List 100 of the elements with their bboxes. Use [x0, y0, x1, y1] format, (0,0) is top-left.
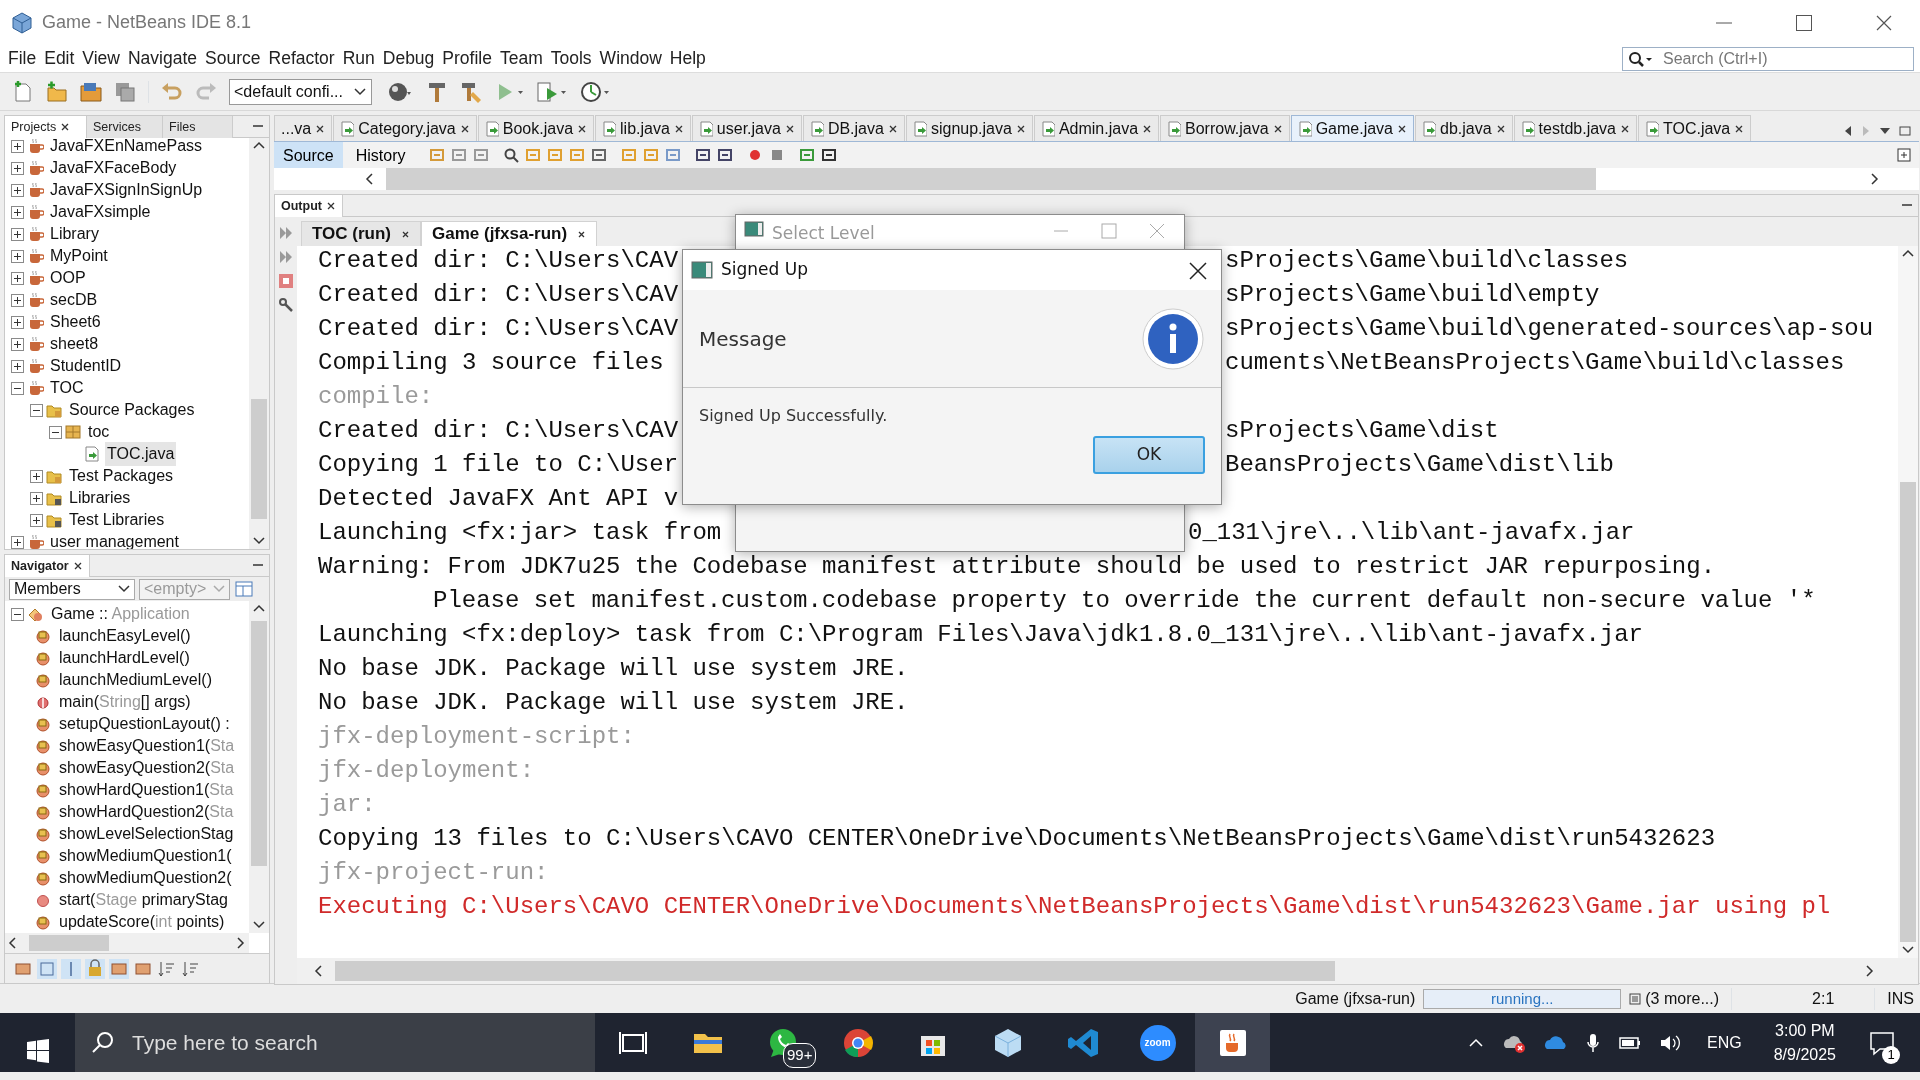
- panel-tab[interactable]: Output: [275, 195, 343, 217]
- tree-item[interactable]: JavaFXsimple: [48, 200, 153, 224]
- taskbar-app[interactable]: [1195, 1013, 1270, 1072]
- horizontal-scrollbar[interactable]: [274, 168, 1919, 190]
- expand-icon[interactable]: [11, 337, 24, 351]
- expand-icon[interactable]: [1897, 148, 1911, 162]
- field-icon[interactable]: [37, 958, 57, 979]
- close-icon[interactable]: [577, 229, 587, 239]
- navigator-item[interactable]: main(String[] args): [57, 690, 193, 714]
- file-tab[interactable]: Admin.java: [1033, 115, 1160, 141]
- file-tab[interactable]: user.java: [691, 115, 802, 141]
- collapse-icon[interactable]: [49, 425, 62, 439]
- menu-item[interactable]: Navigate: [124, 45, 202, 72]
- notifications-button[interactable]: 1: [1860, 1013, 1904, 1072]
- close-icon[interactable]: [673, 123, 684, 134]
- panel-tab[interactable]: Files: [163, 116, 233, 138]
- file-tab[interactable]: TOC.java: [1638, 115, 1752, 141]
- menu-item[interactable]: Debug: [378, 45, 439, 72]
- navigator-item[interactable]: showMediumQuestion2(: [57, 866, 234, 890]
- expand-icon[interactable]: [11, 161, 24, 175]
- tree-item[interactable]: JavaFXSignInSignUp: [48, 178, 205, 202]
- search-field[interactable]: Search (Ctrl+I): [1622, 46, 1914, 71]
- close-icon[interactable]: [1015, 123, 1026, 134]
- panel-tab[interactable]: Projects: [5, 116, 87, 138]
- panel-tab[interactable]: Services: [87, 116, 163, 138]
- tree-item[interactable]: Library: [48, 222, 101, 246]
- navigator-item[interactable]: showHardQuestion2(Sta: [57, 800, 236, 824]
- tree-item[interactable]: JavaFXEnNamePass: [48, 138, 205, 158]
- microphone-icon[interactable]: [1585, 1031, 1602, 1054]
- tree-item[interactable]: MyPoint: [48, 244, 110, 268]
- tree-item[interactable]: JavaFXFaceBody: [48, 156, 179, 180]
- menu-item[interactable]: Team: [495, 45, 547, 72]
- clock-time[interactable]: 3:00 PM: [1775, 1018, 1835, 1043]
- panel-tab[interactable]: Navigator: [5, 555, 90, 577]
- chevron-left-icon[interactable]: [1843, 125, 1853, 137]
- settings-icon[interactable]: [278, 297, 294, 313]
- close-icon[interactable]: [459, 123, 470, 134]
- tree-item[interactable]: StudentID: [48, 354, 124, 378]
- maximize-icon[interactable]: [1899, 125, 1911, 137]
- menu-item[interactable]: Profile: [438, 45, 496, 72]
- file-tab[interactable]: lib.java: [595, 115, 691, 141]
- scroll-thumb[interactable]: [335, 961, 1335, 981]
- tree-item[interactable]: toc: [86, 420, 112, 444]
- lock-icon[interactable]: [85, 958, 105, 979]
- tree-item[interactable]: TOC.java: [105, 442, 177, 466]
- close-icon[interactable]: [1620, 123, 1630, 134]
- file-tab[interactable]: DB.java: [802, 115, 905, 141]
- expand-icon[interactable]: [11, 271, 24, 285]
- close-icon[interactable]: [325, 201, 336, 211]
- menu-item[interactable]: Run: [338, 45, 379, 72]
- file-tab[interactable]: Book.java: [477, 115, 595, 141]
- language-indicator[interactable]: ENG: [1707, 1030, 1742, 1055]
- navigator-item[interactable]: launchMediumLevel(): [57, 668, 214, 692]
- scroll-thumb[interactable]: [251, 621, 267, 866]
- stop-icon[interactable]: [278, 273, 294, 289]
- expand-icon[interactable]: [11, 315, 24, 329]
- navigator-item[interactable]: showEasyQuestion2(Sta: [57, 756, 237, 780]
- property-icon[interactable]: [61, 958, 81, 979]
- file-tab[interactable]: Borrow.java: [1160, 115, 1290, 141]
- close-icon[interactable]: [1495, 123, 1506, 134]
- scroll-thumb[interactable]: [1900, 482, 1916, 942]
- more-tasks-link[interactable]: (3 more...): [1645, 986, 1720, 1011]
- close-icon[interactable]: [1397, 123, 1407, 134]
- menu-item[interactable]: Tools: [546, 45, 596, 72]
- close-icon[interactable]: [401, 229, 410, 239]
- expand-icon[interactable]: [11, 249, 24, 263]
- navigator-item[interactable]: showEasyQuestion1(Sta: [57, 734, 237, 758]
- run-tab[interactable]: Game (jfxsa-run): [421, 221, 598, 246]
- tree-item[interactable]: TOC: [48, 376, 86, 400]
- scroll-thumb[interactable]: [29, 935, 109, 951]
- close-icon[interactable]: [315, 123, 326, 134]
- vertical-scrollbar[interactable]: [1898, 246, 1918, 958]
- menu-item[interactable]: View: [78, 45, 124, 72]
- expand-icon[interactable]: [11, 139, 24, 153]
- close-icon[interactable]: [1272, 123, 1283, 134]
- tree-item[interactable]: OOP: [48, 266, 88, 290]
- collapse-icon[interactable]: [30, 403, 43, 417]
- navigator-item[interactable]: launchHardLevel(): [57, 646, 192, 670]
- scroll-thumb[interactable]: [386, 168, 1596, 190]
- close-icon[interactable]: [784, 123, 795, 134]
- menu-item[interactable]: Window: [595, 45, 666, 72]
- navigator-item[interactable]: setupQuestionLayout() :: [57, 712, 232, 736]
- expand-icon[interactable]: [11, 183, 24, 197]
- collapse-icon[interactable]: [11, 381, 24, 395]
- run-tab[interactable]: TOC (run): [301, 221, 421, 246]
- scroll-thumb[interactable]: [251, 399, 267, 519]
- expand-icon[interactable]: [30, 469, 43, 483]
- close-icon[interactable]: [1734, 123, 1745, 134]
- expand-icon[interactable]: [11, 205, 24, 219]
- menu-item[interactable]: File: [4, 45, 41, 72]
- navigator-item[interactable]: updateScore(int points): [57, 910, 227, 933]
- close-icon[interactable]: [577, 123, 588, 134]
- tree-item[interactable]: secDB: [48, 288, 100, 312]
- navigator-item[interactable]: showMediumQuestion1(: [57, 844, 234, 868]
- expand-icon[interactable]: [11, 227, 24, 241]
- view-tab[interactable]: Source: [274, 142, 343, 168]
- panel-icon[interactable]: [234, 580, 254, 598]
- file-tab[interactable]: Category.java: [333, 115, 477, 141]
- tree-item[interactable]: Test Libraries: [67, 508, 167, 532]
- configuration-dropdown[interactable]: <default confi...: [229, 78, 372, 105]
